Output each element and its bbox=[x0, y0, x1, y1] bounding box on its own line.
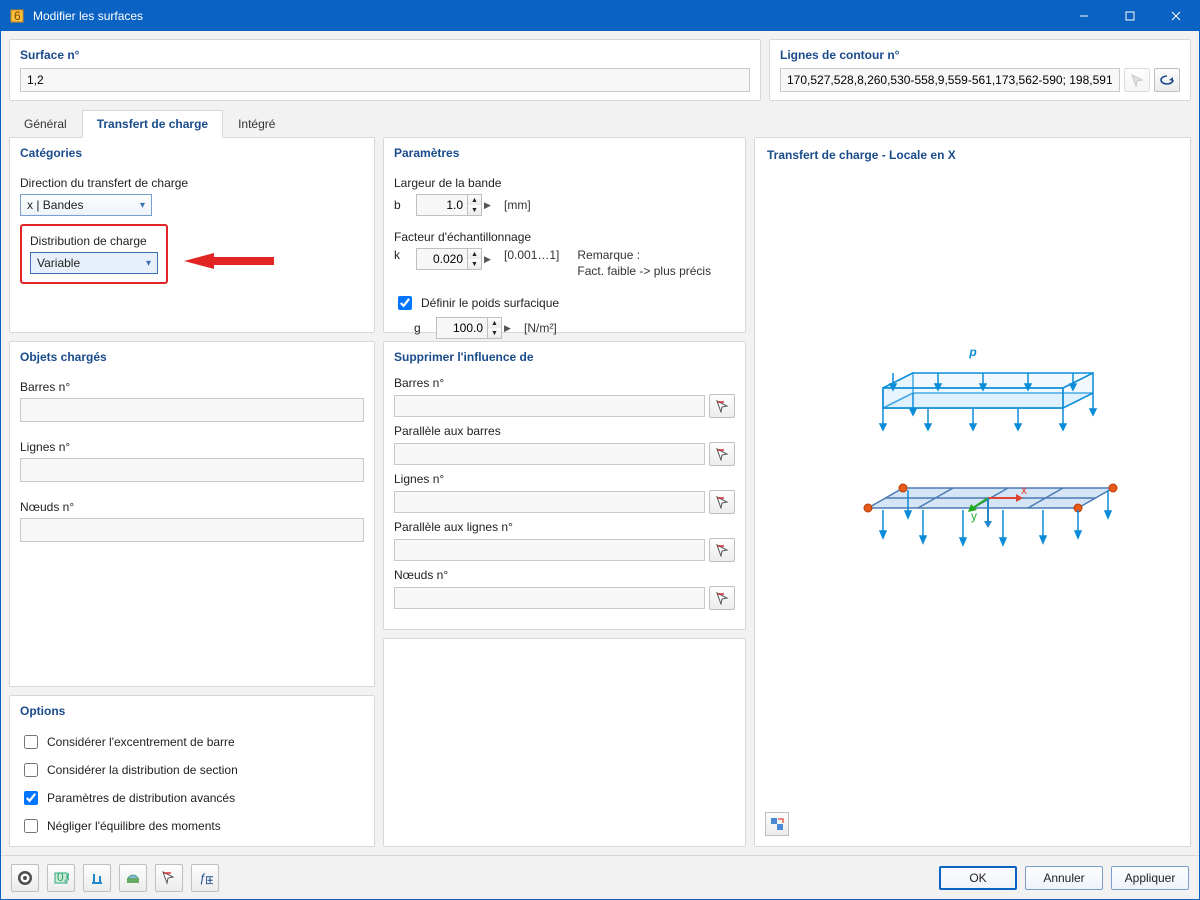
loaded-objects-title: Objets chargés bbox=[10, 342, 374, 370]
titlebar: 6 Modifier les surfaces bbox=[1, 1, 1199, 31]
direction-label: Direction du transfert de charge bbox=[20, 176, 364, 190]
distribution-combo[interactable]: Variable ▾ bbox=[30, 252, 158, 274]
surface-no-title: Surface n° bbox=[10, 40, 760, 68]
g-unit: [N/m²] bbox=[524, 321, 557, 335]
units-button[interactable]: 0,00 bbox=[47, 864, 75, 892]
minimize-button[interactable] bbox=[1061, 1, 1107, 31]
remove-influence-panel: Supprimer l'influence de Barres n° Paral… bbox=[383, 341, 746, 630]
pick-icon[interactable] bbox=[709, 490, 735, 514]
tab-integrated[interactable]: Intégré bbox=[223, 110, 290, 138]
influence-parallel-lines-label: Parallèle aux lignes n° bbox=[394, 520, 735, 534]
distribution-label: Distribution de charge bbox=[30, 234, 158, 248]
close-button[interactable] bbox=[1153, 1, 1199, 31]
tab-transfer[interactable]: Transfert de charge bbox=[82, 110, 223, 138]
influence-nodes-input[interactable] bbox=[394, 587, 705, 609]
pick-icon[interactable] bbox=[709, 538, 735, 562]
pick-icon[interactable] bbox=[709, 442, 735, 466]
stripe-width-input[interactable]: ▲▼ ▶ bbox=[416, 194, 496, 216]
parameters-panel: Paramètres Largeur de la bande b ▲▼ ▶ [m… bbox=[383, 137, 746, 333]
influence-parallel-lines-input[interactable] bbox=[394, 539, 705, 561]
ok-button[interactable]: OK bbox=[939, 866, 1017, 890]
reverse-icon[interactable] bbox=[1154, 68, 1180, 92]
chevron-down-icon: ▾ bbox=[146, 258, 151, 269]
categories-title: Catégories bbox=[10, 138, 374, 166]
window-title: Modifier les surfaces bbox=[33, 9, 1061, 23]
influence-nodes-label: Nœuds n° bbox=[394, 568, 735, 582]
empty-panel bbox=[383, 638, 746, 847]
svg-text:0,00: 0,00 bbox=[57, 870, 69, 884]
define-surface-weight-checkbox[interactable]: Définir le poids surfacique bbox=[394, 293, 735, 313]
loaded-members-input[interactable] bbox=[20, 398, 364, 422]
loaded-nodes-label: Nœuds n° bbox=[20, 500, 364, 514]
influence-parallel-members-input[interactable] bbox=[394, 443, 705, 465]
loaded-lines-input[interactable] bbox=[20, 458, 364, 482]
distribution-highlight: Distribution de charge Variable ▾ bbox=[20, 224, 168, 284]
preview-options-button[interactable] bbox=[765, 812, 789, 836]
parameters-title: Paramètres bbox=[384, 138, 745, 166]
categories-panel: Catégories Direction du transfert de cha… bbox=[9, 137, 375, 333]
loaded-nodes-input[interactable] bbox=[20, 518, 364, 542]
delete-selection-button[interactable] bbox=[155, 864, 183, 892]
app-icon: 6 bbox=[9, 8, 25, 24]
influence-lines-input[interactable] bbox=[394, 491, 705, 513]
contour-lines-input[interactable] bbox=[780, 68, 1120, 92]
remove-influence-title: Supprimer l'influence de bbox=[384, 342, 745, 370]
influence-parallel-members-label: Parallèle aux barres bbox=[394, 424, 735, 438]
apply-button[interactable]: Appliquer bbox=[1111, 866, 1189, 890]
loaded-lines-label: Lignes n° bbox=[20, 440, 364, 454]
direction-combo[interactable]: x | Bandes ▾ bbox=[20, 194, 152, 216]
option-section-distribution[interactable]: Considérer la distribution de section bbox=[20, 760, 364, 780]
b-symbol: b bbox=[394, 198, 408, 212]
b-unit: [mm] bbox=[504, 198, 531, 212]
distribution-value: Variable bbox=[37, 256, 80, 270]
cancel-button[interactable]: Annuler bbox=[1025, 866, 1103, 890]
preview-illustration: p bbox=[755, 338, 1190, 598]
svg-text:⊞: ⊞ bbox=[205, 873, 213, 886]
options-panel: Options Considérer l'excentrement de bar… bbox=[9, 695, 375, 847]
callout-arrow-icon bbox=[184, 244, 274, 278]
svg-text:x: x bbox=[1021, 483, 1027, 497]
help-button[interactable] bbox=[11, 864, 39, 892]
g-symbol: g bbox=[414, 321, 428, 335]
svg-text:6: 6 bbox=[14, 9, 21, 23]
surface-no-panel: Surface n° bbox=[9, 39, 761, 101]
preview-panel: Transfert de charge - Locale en X p bbox=[754, 137, 1191, 847]
surface-no-input[interactable] bbox=[20, 68, 750, 92]
svg-text:y: y bbox=[971, 509, 977, 523]
option-eccentricity[interactable]: Considérer l'excentrement de barre bbox=[20, 732, 364, 752]
pick-contour-icon[interactable] bbox=[1124, 68, 1150, 92]
influence-members-input[interactable] bbox=[394, 395, 705, 417]
stripe-width-label: Largeur de la bande bbox=[394, 176, 735, 190]
contour-lines-panel: Lignes de contour n° bbox=[769, 39, 1191, 101]
preview-title: Transfert de charge - Locale en X bbox=[755, 138, 1190, 172]
tabs: Général Transfert de charge Intégré bbox=[1, 109, 1199, 137]
option-advanced-distribution[interactable]: Paramètres de distribution avancés bbox=[20, 788, 364, 808]
sampling-note: Remarque : Fact. faible -> plus précis bbox=[577, 248, 711, 279]
influence-lines-label: Lignes n° bbox=[394, 472, 735, 486]
k-symbol: k bbox=[394, 248, 408, 262]
chevron-down-icon: ▾ bbox=[140, 200, 145, 211]
maximize-button[interactable] bbox=[1107, 1, 1153, 31]
bottom-toolbar: 0,00 ƒ⊞ OK Annuler Appliquer bbox=[1, 855, 1199, 899]
pick-icon[interactable] bbox=[709, 586, 735, 610]
sampling-factor-input[interactable]: ▲▼ ▶ bbox=[416, 248, 496, 270]
loaded-members-label: Barres n° bbox=[20, 380, 364, 394]
pick-icon[interactable] bbox=[709, 394, 735, 418]
view-button[interactable] bbox=[119, 864, 147, 892]
options-title: Options bbox=[10, 696, 374, 724]
structure-button[interactable] bbox=[83, 864, 111, 892]
k-range: [0.001…1] bbox=[504, 248, 559, 262]
loaded-objects-panel: Objets chargés Barres n° Lignes n° Nœuds… bbox=[9, 341, 375, 687]
contour-lines-title: Lignes de contour n° bbox=[770, 40, 1190, 68]
p-label: p bbox=[968, 345, 976, 359]
tab-general[interactable]: Général bbox=[9, 110, 82, 138]
sampling-factor-label: Facteur d'échantillonnage bbox=[394, 230, 735, 244]
surface-weight-input[interactable]: ▲▼ ▶ bbox=[436, 317, 516, 339]
function-button[interactable]: ƒ⊞ bbox=[191, 864, 219, 892]
influence-members-label: Barres n° bbox=[394, 376, 735, 390]
direction-value: x | Bandes bbox=[27, 198, 83, 212]
option-neglect-moment[interactable]: Négliger l'équilibre des moments bbox=[20, 816, 364, 836]
